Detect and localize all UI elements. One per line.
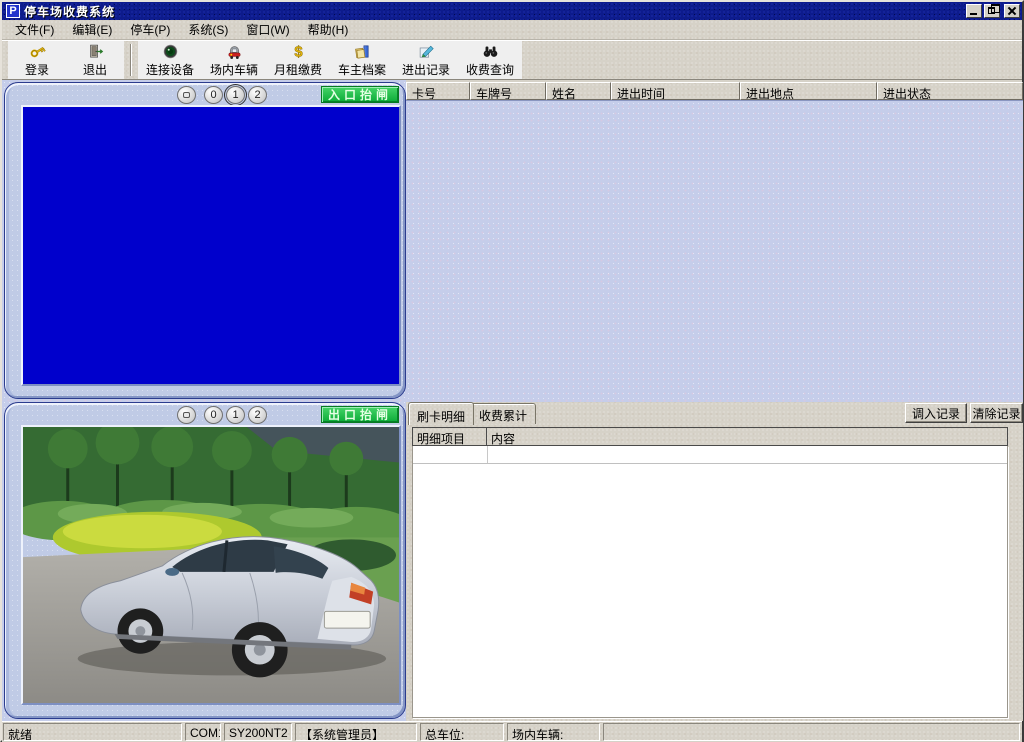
entry-frame-button[interactable]: [177, 86, 196, 104]
toolbar-label: 连接设备: [146, 61, 194, 78]
status-total-spaces: 总车位:: [420, 723, 504, 741]
toolbar-label: 收费查询: [466, 61, 514, 78]
status-operator: 【系统管理员】: [295, 723, 417, 741]
menu-parking[interactable]: 停车(P): [121, 19, 179, 40]
toolbar-label: 场内车辆: [210, 61, 258, 78]
records-table-body: [406, 100, 1023, 402]
main-content: 0 1 2 入口抬闸 0 1 2 出口抬闸: [2, 80, 1024, 721]
title-bar: P 停车场收费系统: [2, 2, 1022, 20]
status-com-port: COM1: [185, 723, 221, 741]
col-status[interactable]: 进出状态: [877, 82, 1023, 100]
record-pen-icon: [415, 43, 438, 60]
frame-square-icon: [183, 412, 190, 418]
exit-video-feed: [21, 425, 401, 705]
entry-video-feed: [21, 105, 401, 386]
load-records-button[interactable]: 调入记录: [905, 403, 967, 423]
exit-channel-1-button[interactable]: 1: [226, 406, 245, 424]
app-window: P 停车场收费系统 文件(F) 编辑(E) 停车(P) 系统(S) 窗口(W) …: [0, 0, 1024, 742]
tab-swipe-detail[interactable]: 刷卡明细: [408, 402, 474, 425]
key-icon: [26, 43, 49, 60]
status-extra: [603, 723, 1020, 741]
entry-exit-records-button[interactable]: 进出记录: [394, 41, 458, 79]
status-ready: 就绪: [3, 723, 182, 741]
toolbar-label: 进出记录: [402, 61, 450, 78]
entry-channel-1-button[interactable]: 1: [226, 86, 245, 104]
col-name[interactable]: 姓名: [546, 82, 611, 100]
col-detail-content: 内容: [487, 428, 1007, 445]
col-card-number[interactable]: 卡号: [406, 82, 470, 100]
exit-camera-controls: 0 1 2 出口抬闸: [5, 405, 405, 423]
status-vehicles-in-lot: 场内车辆:: [507, 723, 600, 741]
menu-system[interactable]: 系统(S): [179, 19, 237, 40]
menu-window[interactable]: 窗口(W): [237, 19, 298, 40]
detail-table-header: 明细项目 内容: [412, 427, 1008, 446]
tab-fee-total[interactable]: 收费累计: [470, 403, 536, 424]
clear-records-button[interactable]: 清除记录: [970, 403, 1023, 423]
minimize-icon: [970, 13, 977, 15]
connect-device-button[interactable]: 连接设备: [138, 41, 202, 79]
restore-button[interactable]: [984, 4, 1000, 18]
records-zone: 卡号 车牌号 姓名 进出时间 进出地点 进出状态 刷卡明细 收费累计 调入记录 …: [406, 80, 1023, 721]
dollar-icon: $: [287, 43, 310, 60]
detail-table-body: [412, 446, 1008, 718]
col-location[interactable]: 进出地点: [740, 82, 877, 100]
restore-icon: [988, 7, 995, 14]
entry-gate-open-button[interactable]: 入口抬闸: [321, 86, 399, 103]
menu-file[interactable]: 文件(F): [6, 19, 63, 40]
window-title: 停车场收费系统: [24, 3, 966, 20]
records-table-header: 卡号 车牌号 姓名 进出时间 进出地点 进出状态: [406, 82, 1023, 100]
detail-empty-row: [413, 446, 1007, 464]
binoculars-icon: [479, 43, 502, 60]
status-bar: 就绪 COM1 SY200NT2 【系统管理员】 总车位: 场内车辆:: [2, 721, 1022, 742]
exit-channel-2-button[interactable]: 2: [248, 406, 267, 424]
camera-zone: 0 1 2 入口抬闸 0 1 2 出口抬闸: [2, 80, 406, 721]
monthly-payment-button[interactable]: $ 月租缴费: [266, 41, 330, 79]
col-detail-item: 明细项目: [413, 428, 487, 445]
menu-bar: 文件(F) 编辑(E) 停车(P) 系统(S) 窗口(W) 帮助(H): [2, 20, 1022, 40]
toolbar: 登录 退出 连接设备: [2, 40, 1022, 80]
entry-camera-controls: 0 1 2 入口抬闸: [5, 85, 405, 103]
toolbar-label: 车主档案: [338, 61, 386, 78]
detail-zone: 刷卡明细 收费累计 调入记录 清除记录 明细项目 内容: [406, 402, 1023, 721]
toolbar-label: 退出: [83, 61, 107, 78]
app-icon: P: [6, 4, 20, 18]
frame-square-icon: [183, 92, 190, 98]
exit-camera-panel: 0 1 2 出口抬闸: [4, 402, 406, 719]
car-photo: [23, 427, 399, 703]
detail-tabs: 刷卡明细 收费累计 调入记录 清除记录: [406, 402, 1023, 426]
close-icon: [1005, 5, 1019, 17]
fee-query-button[interactable]: 收费查询: [458, 41, 522, 79]
col-plate-number[interactable]: 车牌号: [470, 82, 546, 100]
login-button[interactable]: 登录: [8, 41, 66, 79]
entry-channel-2-button[interactable]: 2: [248, 86, 267, 104]
toolbar-label: 月租缴费: [274, 61, 322, 78]
owner-archive-button[interactable]: 车主档案: [330, 41, 394, 79]
archive-icon: [351, 43, 374, 60]
toolbar-separator: [130, 44, 132, 76]
lens-icon: [159, 43, 182, 60]
status-device: SY200NT2: [224, 723, 292, 741]
svg-text:$: $: [294, 44, 303, 60]
vehicles-in-lot-button[interactable]: 场内车辆: [202, 41, 266, 79]
entry-camera-panel: 0 1 2 入口抬闸: [4, 82, 406, 399]
vehicle-icon: [223, 43, 246, 60]
entry-channel-0-button[interactable]: 0: [204, 86, 223, 104]
toolbar-label: 登录: [25, 61, 49, 78]
col-time[interactable]: 进出时间: [611, 82, 740, 100]
exit-button[interactable]: 退出: [66, 41, 124, 79]
minimize-button[interactable]: [966, 4, 982, 18]
exit-gate-open-button[interactable]: 出口抬闸: [321, 406, 399, 423]
exit-door-icon: [84, 43, 107, 60]
menu-edit[interactable]: 编辑(E): [63, 19, 121, 40]
exit-frame-button[interactable]: [177, 406, 196, 424]
close-button[interactable]: [1004, 4, 1020, 18]
exit-channel-0-button[interactable]: 0: [204, 406, 223, 424]
menu-help[interactable]: 帮助(H): [299, 19, 358, 40]
